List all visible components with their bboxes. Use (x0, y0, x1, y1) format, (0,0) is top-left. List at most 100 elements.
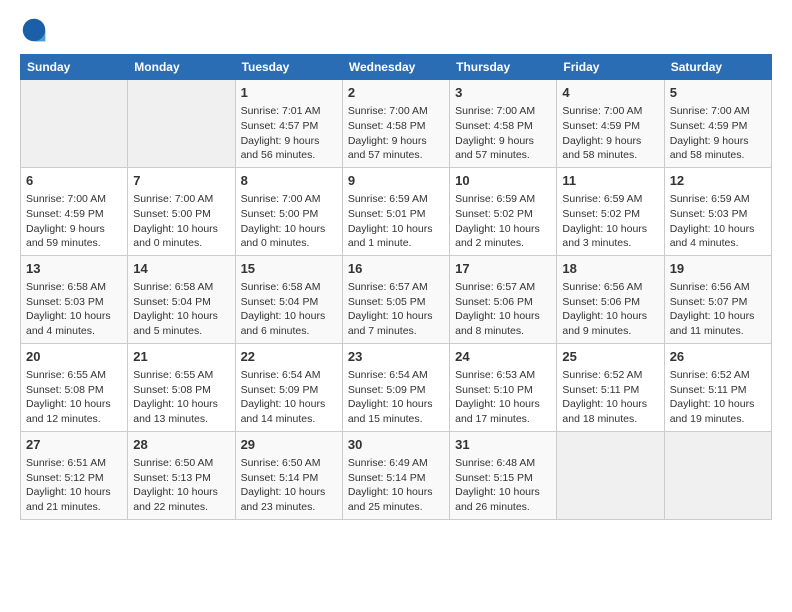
day-info: Sunrise: 6:55 AM Sunset: 5:08 PM Dayligh… (133, 368, 229, 427)
calendar-cell: 15 Sunrise: 6:58 AM Sunset: 5:04 PM Dayli… (235, 255, 342, 343)
day-info: Sunrise: 6:51 AM Sunset: 5:12 PM Dayligh… (26, 456, 122, 515)
day-number: 31 (455, 436, 551, 454)
calendar-cell: 7 Sunrise: 7:00 AM Sunset: 5:00 PM Daylig… (128, 167, 235, 255)
day-number: 2 (348, 84, 444, 102)
calendar-cell: 24 Sunrise: 6:53 AM Sunset: 5:10 PM Dayli… (450, 343, 557, 431)
calendar-cell: 30 Sunrise: 6:49 AM Sunset: 5:14 PM Dayli… (342, 431, 449, 519)
calendar-cell: 19 Sunrise: 6:56 AM Sunset: 5:07 PM Dayli… (664, 255, 771, 343)
day-info: Sunrise: 6:49 AM Sunset: 5:14 PM Dayligh… (348, 456, 444, 515)
day-info: Sunrise: 6:48 AM Sunset: 5:15 PM Dayligh… (455, 456, 551, 515)
calendar-cell: 9 Sunrise: 6:59 AM Sunset: 5:01 PM Daylig… (342, 167, 449, 255)
calendar-cell: 21Sunrise: 6:55 AM Sunset: 5:08 PM Dayli… (128, 343, 235, 431)
day-number: 30 (348, 436, 444, 454)
day-number: 15 (241, 260, 337, 278)
calendar-cell (557, 431, 664, 519)
calendar-cell: 5 Sunrise: 7:00 AM Sunset: 4:59 PM Daylig… (664, 80, 771, 168)
col-header-monday: Monday (128, 55, 235, 80)
col-header-tuesday: Tuesday (235, 55, 342, 80)
day-number: 8 (241, 172, 337, 190)
calendar-week-5: 27 Sunrise: 6:51 AM Sunset: 5:12 PM Dayli… (21, 431, 772, 519)
calendar-cell: 14 Sunrise: 6:58 AM Sunset: 5:04 PM Dayli… (128, 255, 235, 343)
day-number: 16 (348, 260, 444, 278)
calendar-cell: 29Sunrise: 6:50 AM Sunset: 5:14 PM Dayli… (235, 431, 342, 519)
day-info: Sunrise: 7:00 AM Sunset: 4:58 PM Dayligh… (348, 104, 444, 163)
calendar-cell: 11 Sunrise: 6:59 AM Sunset: 5:02 PM Dayli… (557, 167, 664, 255)
calendar-header-row: SundayMondayTuesdayWednesdayThursdayFrid… (21, 55, 772, 80)
day-number: 11 (562, 172, 658, 190)
calendar-cell: 22 Sunrise: 6:54 AM Sunset: 5:09 PM Dayli… (235, 343, 342, 431)
day-number: 6 (26, 172, 122, 190)
day-info: Sunrise: 6:52 AM Sunset: 5:11 PM Dayligh… (670, 368, 766, 427)
day-info: Sunrise: 6:53 AM Sunset: 5:10 PM Dayligh… (455, 368, 551, 427)
day-info: Sunrise: 7:00 AM Sunset: 4:58 PM Dayligh… (455, 104, 551, 163)
calendar-cell: 16Sunrise: 6:57 AM Sunset: 5:05 PM Dayli… (342, 255, 449, 343)
logo (20, 16, 52, 44)
day-number: 27 (26, 436, 122, 454)
logo-icon (20, 16, 48, 44)
calendar-cell: 17 Sunrise: 6:57 AM Sunset: 5:06 PM Dayli… (450, 255, 557, 343)
day-info: Sunrise: 6:52 AM Sunset: 5:11 PM Dayligh… (562, 368, 658, 427)
day-info: Sunrise: 6:59 AM Sunset: 5:02 PM Dayligh… (562, 192, 658, 251)
calendar-cell (664, 431, 771, 519)
day-info: Sunrise: 6:50 AM Sunset: 5:13 PM Dayligh… (133, 456, 229, 515)
calendar-cell: 23 Sunrise: 6:54 AM Sunset: 5:09 PM Dayli… (342, 343, 449, 431)
day-number: 7 (133, 172, 229, 190)
day-number: 28 (133, 436, 229, 454)
calendar-cell: 3 Sunrise: 7:00 AM Sunset: 4:58 PM Daylig… (450, 80, 557, 168)
day-number: 5 (670, 84, 766, 102)
day-number: 17 (455, 260, 551, 278)
day-info: Sunrise: 6:58 AM Sunset: 5:04 PM Dayligh… (241, 280, 337, 339)
calendar-cell: 13Sunrise: 6:58 AM Sunset: 5:03 PM Dayli… (21, 255, 128, 343)
day-number: 3 (455, 84, 551, 102)
day-info: Sunrise: 6:59 AM Sunset: 5:03 PM Dayligh… (670, 192, 766, 251)
calendar-cell: 10Sunrise: 6:59 AM Sunset: 5:02 PM Dayli… (450, 167, 557, 255)
day-number: 18 (562, 260, 658, 278)
calendar-cell: 26Sunrise: 6:52 AM Sunset: 5:11 PM Dayli… (664, 343, 771, 431)
day-info: Sunrise: 7:00 AM Sunset: 4:59 PM Dayligh… (26, 192, 122, 251)
day-number: 20 (26, 348, 122, 366)
calendar-week-3: 13Sunrise: 6:58 AM Sunset: 5:03 PM Dayli… (21, 255, 772, 343)
day-number: 24 (455, 348, 551, 366)
day-number: 4 (562, 84, 658, 102)
day-number: 12 (670, 172, 766, 190)
day-number: 25 (562, 348, 658, 366)
calendar-cell (128, 80, 235, 168)
day-number: 14 (133, 260, 229, 278)
calendar-cell: 2 Sunrise: 7:00 AM Sunset: 4:58 PM Daylig… (342, 80, 449, 168)
col-header-saturday: Saturday (664, 55, 771, 80)
calendar-cell: 20 Sunrise: 6:55 AM Sunset: 5:08 PM Dayli… (21, 343, 128, 431)
day-info: Sunrise: 7:00 AM Sunset: 5:00 PM Dayligh… (241, 192, 337, 251)
calendar-cell: 6 Sunrise: 7:00 AM Sunset: 4:59 PM Daylig… (21, 167, 128, 255)
day-info: Sunrise: 6:50 AM Sunset: 5:14 PM Dayligh… (241, 456, 337, 515)
calendar-table: SundayMondayTuesdayWednesdayThursdayFrid… (20, 54, 772, 520)
day-info: Sunrise: 6:59 AM Sunset: 5:01 PM Dayligh… (348, 192, 444, 251)
calendar-week-4: 20 Sunrise: 6:55 AM Sunset: 5:08 PM Dayli… (21, 343, 772, 431)
day-info: Sunrise: 6:57 AM Sunset: 5:06 PM Dayligh… (455, 280, 551, 339)
calendar-cell (21, 80, 128, 168)
day-number: 19 (670, 260, 766, 278)
day-info: Sunrise: 6:56 AM Sunset: 5:07 PM Dayligh… (670, 280, 766, 339)
day-number: 10 (455, 172, 551, 190)
day-info: Sunrise: 6:54 AM Sunset: 5:09 PM Dayligh… (348, 368, 444, 427)
day-info: Sunrise: 6:55 AM Sunset: 5:08 PM Dayligh… (26, 368, 122, 427)
day-info: Sunrise: 6:58 AM Sunset: 5:03 PM Dayligh… (26, 280, 122, 339)
col-header-wednesday: Wednesday (342, 55, 449, 80)
day-number: 9 (348, 172, 444, 190)
day-info: Sunrise: 6:56 AM Sunset: 5:06 PM Dayligh… (562, 280, 658, 339)
calendar-cell: 8 Sunrise: 7:00 AM Sunset: 5:00 PM Daylig… (235, 167, 342, 255)
calendar-week-1: 1 Sunrise: 7:01 AM Sunset: 4:57 PM Daylig… (21, 80, 772, 168)
day-info: Sunrise: 7:00 AM Sunset: 5:00 PM Dayligh… (133, 192, 229, 251)
day-info: Sunrise: 6:58 AM Sunset: 5:04 PM Dayligh… (133, 280, 229, 339)
day-info: Sunrise: 7:00 AM Sunset: 4:59 PM Dayligh… (670, 104, 766, 163)
day-number: 1 (241, 84, 337, 102)
day-info: Sunrise: 7:01 AM Sunset: 4:57 PM Dayligh… (241, 104, 337, 163)
day-info: Sunrise: 6:54 AM Sunset: 5:09 PM Dayligh… (241, 368, 337, 427)
calendar-cell: 1 Sunrise: 7:01 AM Sunset: 4:57 PM Daylig… (235, 80, 342, 168)
col-header-sunday: Sunday (21, 55, 128, 80)
calendar-cell: 28 Sunrise: 6:50 AM Sunset: 5:13 PM Dayli… (128, 431, 235, 519)
col-header-thursday: Thursday (450, 55, 557, 80)
day-number: 22 (241, 348, 337, 366)
calendar-cell: 27 Sunrise: 6:51 AM Sunset: 5:12 PM Dayli… (21, 431, 128, 519)
day-number: 23 (348, 348, 444, 366)
calendar-cell: 18 Sunrise: 6:56 AM Sunset: 5:06 PM Dayli… (557, 255, 664, 343)
